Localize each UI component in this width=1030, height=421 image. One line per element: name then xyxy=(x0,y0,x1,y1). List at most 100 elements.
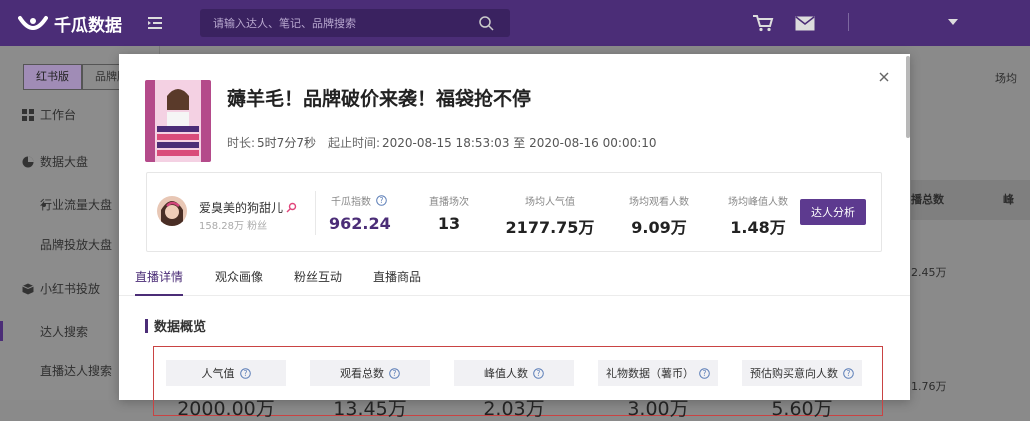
app-name: 千瓜数据 xyxy=(54,16,122,36)
metric-label: 预估购买意向人数 xyxy=(750,367,838,380)
metric-label: 人气值 xyxy=(201,367,235,380)
bullet xyxy=(42,203,46,207)
logo-icon xyxy=(18,15,48,30)
sidebar-item-label: 数据大盘 xyxy=(40,155,89,169)
sidebar-item-live-kol-search[interactable]: 直播达人搜索 xyxy=(40,362,112,379)
sidebar-active-indicator xyxy=(0,321,3,341)
grid-icon xyxy=(22,108,34,121)
pie-chart-icon xyxy=(22,156,34,167)
anchor-fans: 158.28万 粉丝 xyxy=(199,221,268,232)
section-title-text: 数据概览 xyxy=(154,320,207,335)
stat-label: 场均观看人数 xyxy=(629,197,689,208)
anchor-info-card: 爱臭美的狗甜儿 158.28万 粉丝 千瓜指数 ? 962.24 直播场次 13… xyxy=(146,172,882,252)
bg-col-header-2: 峰 xyxy=(1003,193,1014,206)
stat-live-count: 直播场次 13 xyxy=(419,193,479,233)
duration-value: 5时7分7秒 xyxy=(257,136,316,150)
help-icon[interactable]: ? xyxy=(389,367,400,379)
metric-value: 2.03万 xyxy=(483,398,545,420)
stat-value: 13 xyxy=(437,214,461,233)
stat-avg-peak: 场均峰值人数 1.48万 xyxy=(713,193,803,238)
help-icon[interactable]: ? xyxy=(239,367,251,379)
metric-purchase-intent: 预估购买意向人数 ? 5.60万 xyxy=(742,360,862,421)
app-logo[interactable]: 千瓜数据 xyxy=(18,11,122,36)
help-icon[interactable]: ? xyxy=(843,367,854,379)
metric-gift-data: 礼物数据（薯币） ? 3.00万 xyxy=(598,360,718,421)
modal-scrollbar[interactable] xyxy=(905,54,912,400)
stat-label-row: 千瓜指数 ? xyxy=(329,193,389,208)
metric-value: 5.60万 xyxy=(771,398,833,420)
search-box xyxy=(200,9,510,37)
stat-qiangua-index: 千瓜指数 ? 962.24 xyxy=(329,193,391,233)
anchor-name-row: 爱臭美的狗甜儿 xyxy=(199,199,297,216)
sidebar-item-data-board[interactable]: 数据大盘 xyxy=(22,153,88,170)
stat-label: 千瓜指数 xyxy=(331,197,371,208)
stat-value: 2177.75万 xyxy=(505,218,595,237)
metric-peak-viewers: 峰值人数 ? 2.03万 xyxy=(454,360,574,421)
metric-value: 3.00万 xyxy=(627,398,689,420)
live-cover-image[interactable] xyxy=(145,80,211,162)
sidebar-item-xhs-delivery[interactable]: 小红书投放 xyxy=(22,280,100,297)
stat-label: 场均峰值人数 xyxy=(728,197,788,208)
data-overview-box: 人气值 ? 2000.00万 观看总数 ? 13.45万 峰值人数 ? 2.03… xyxy=(153,346,883,420)
metric-value: 13.45万 xyxy=(333,398,407,420)
metric-label: 观看总数 xyxy=(340,367,384,380)
tab-live-detail[interactable]: 直播详情 xyxy=(135,268,183,285)
metric-value: 2000.00万 xyxy=(177,398,275,420)
metric-label: 峰值人数 xyxy=(484,367,528,380)
tab-audience-profile[interactable]: 观众画像 xyxy=(215,268,263,285)
metric-label-row: 峰值人数 ? xyxy=(454,360,574,386)
sidebar-item-workbench[interactable]: 工作台 xyxy=(22,106,76,123)
sidebar-item-brand-delivery[interactable]: 品牌投放大盘 xyxy=(40,236,112,253)
svg-text:?: ? xyxy=(847,369,851,378)
kol-analysis-button[interactable]: 达人分析 xyxy=(800,199,866,225)
stat-avg-popularity: 场均人气值 2177.75万 xyxy=(505,193,595,238)
sidebar-item-industry-traffic[interactable]: 行业流量大盘 xyxy=(40,196,112,213)
scroll-thumb[interactable] xyxy=(906,56,910,138)
bg-row-value: 1.76万 xyxy=(911,380,947,393)
user-menu-caret-icon[interactable] xyxy=(948,19,958,25)
tab-fan-interaction[interactable]: 粉丝互动 xyxy=(294,268,342,285)
metric-label-row: 预估购买意向人数 ? xyxy=(742,360,862,386)
metric-label: 礼物数据（薯币） xyxy=(606,367,694,380)
live-detail-modal: 薅羊毛！品牌破价来袭！福袋抢不停 时长: 5时7分7秒 起止时间: 2020-0… xyxy=(119,54,910,420)
box-icon xyxy=(22,283,34,294)
bg-col-header: 播总数 xyxy=(911,193,944,206)
search-icon[interactable] xyxy=(478,15,494,31)
card-divider xyxy=(315,191,316,235)
stat-value: 1.48万 xyxy=(730,218,786,237)
search-input[interactable] xyxy=(200,9,470,37)
svg-text:?: ? xyxy=(380,196,384,205)
anchor-name[interactable]: 爱臭美的狗甜儿 xyxy=(199,199,283,216)
top-bar: 千瓜数据 xyxy=(0,0,1030,46)
help-icon[interactable]: ? xyxy=(699,367,710,379)
period-label: 起止时间: xyxy=(327,136,380,150)
metric-label-row: 礼物数据（薯币） ? xyxy=(598,360,718,386)
menu-toggle-icon[interactable] xyxy=(146,14,164,32)
stat-value: 9.09万 xyxy=(631,218,687,237)
metric-popularity: 人气值 ? 2000.00万 xyxy=(166,360,286,421)
metric-label-row: 人气值 ? xyxy=(166,360,286,386)
tab-live-products[interactable]: 直播商品 xyxy=(373,268,421,285)
svg-text:?: ? xyxy=(703,369,707,378)
female-icon xyxy=(286,202,297,213)
duration-label: 时长: xyxy=(227,136,256,150)
active-tab-underline xyxy=(135,294,183,296)
help-icon[interactable]: ? xyxy=(533,367,544,379)
metric-total-views: 观看总数 ? 13.45万 xyxy=(310,360,430,421)
svg-text:?: ? xyxy=(243,369,247,378)
close-icon[interactable] xyxy=(877,70,891,84)
platform-tab-red[interactable]: 红书版 xyxy=(23,64,82,90)
svg-text:?: ? xyxy=(393,369,397,378)
stat-avg-viewers: 场均观看人数 9.09万 xyxy=(614,193,704,238)
sidebar-item-kol-search[interactable]: 达人搜索 xyxy=(40,323,88,340)
help-icon[interactable]: ? xyxy=(376,195,387,206)
stat-value: 962.24 xyxy=(329,214,391,233)
cart-icon[interactable] xyxy=(752,14,774,32)
avatar[interactable] xyxy=(157,196,187,226)
svg-text:?: ? xyxy=(537,369,541,378)
top-divider xyxy=(848,13,849,31)
bg-row-value: 2.45万 xyxy=(911,266,947,279)
live-meta: 时长: 5时7分7秒 起止时间: 2020-08-15 18:53:03 至 2… xyxy=(227,134,657,151)
mail-icon[interactable] xyxy=(795,16,815,31)
stat-label: 场均人气值 xyxy=(525,197,575,208)
